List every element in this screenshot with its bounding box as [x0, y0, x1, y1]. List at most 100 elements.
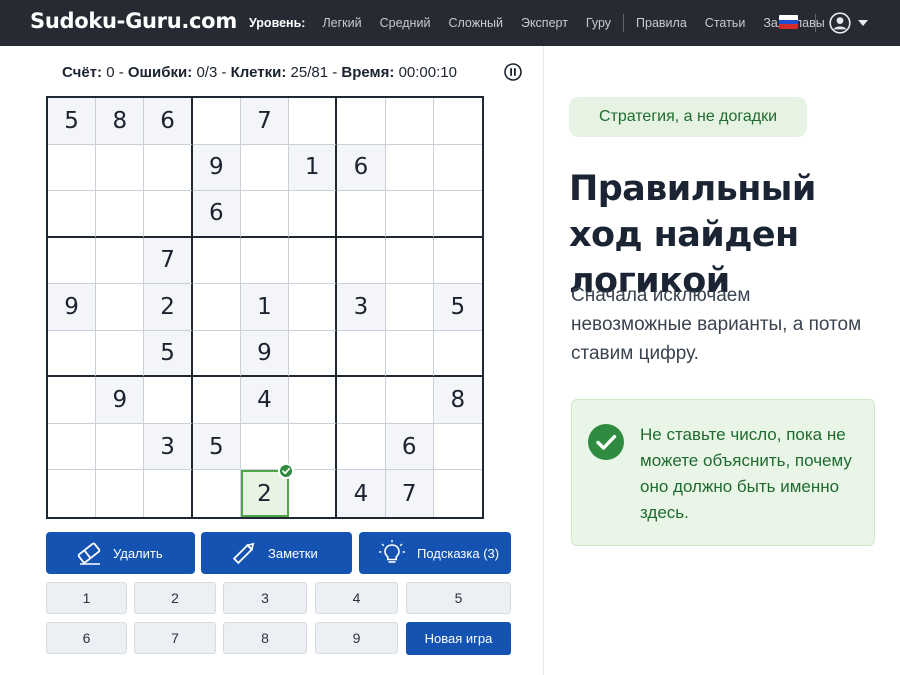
sudoku-cell[interactable] — [385, 330, 434, 378]
sudoku-cell[interactable] — [337, 98, 386, 145]
sudoku-cell[interactable] — [289, 423, 338, 471]
sudoku-cell[interactable]: 8 — [96, 98, 145, 145]
sudoku-cell[interactable] — [48, 423, 97, 471]
sudoku-cell[interactable] — [289, 330, 338, 378]
nav-link-rules[interactable]: Правила — [636, 16, 687, 30]
number-button-6[interactable]: 6 — [46, 622, 127, 654]
nav-level-expert[interactable]: Эксперт — [521, 16, 568, 30]
sudoku-cell[interactable] — [240, 144, 290, 192]
sudoku-cell[interactable]: 4 — [240, 377, 290, 424]
sudoku-cell[interactable] — [433, 145, 482, 192]
sudoku-cell[interactable] — [337, 237, 386, 285]
number-button-3[interactable]: 3 — [223, 582, 307, 614]
sudoku-cell[interactable] — [96, 191, 145, 238]
sudoku-cell[interactable]: 4 — [337, 470, 386, 517]
sudoku-cell[interactable] — [289, 98, 338, 145]
sudoku-cell[interactable] — [96, 330, 145, 378]
nav-link-articles[interactable]: Статьи — [705, 16, 746, 30]
sudoku-cell[interactable] — [289, 470, 338, 517]
sudoku-cell[interactable] — [385, 284, 434, 331]
notes-button[interactable]: Заметки — [201, 532, 352, 574]
sudoku-cell[interactable]: 5 — [48, 98, 97, 145]
sudoku-cell[interactable] — [433, 424, 482, 471]
sudoku-cell[interactable] — [434, 470, 482, 517]
sudoku-cell[interactable] — [385, 144, 434, 192]
sudoku-cell[interactable]: 5 — [144, 330, 193, 378]
sudoku-cell[interactable] — [240, 191, 290, 238]
site-logo[interactable]: Sudoku-Guru.com — [30, 9, 237, 33]
number-button-1[interactable]: 1 — [46, 582, 127, 614]
sudoku-cell[interactable]: 3 — [337, 284, 386, 331]
sudoku-cell[interactable] — [289, 237, 338, 285]
sudoku-cell[interactable] — [48, 237, 97, 285]
sudoku-cell[interactable]: 6 — [144, 98, 193, 145]
hint-button[interactable]: Подсказка (3) — [359, 532, 511, 574]
sudoku-cell[interactable] — [240, 237, 290, 285]
sudoku-cell[interactable] — [144, 470, 193, 517]
sudoku-cell[interactable] — [337, 330, 386, 378]
sudoku-cell[interactable] — [385, 377, 434, 424]
sudoku-cell[interactable]: 5 — [433, 284, 482, 331]
sudoku-cell[interactable]: 7 — [240, 98, 290, 145]
sudoku-cell[interactable] — [48, 191, 97, 238]
sudoku-cell-selected[interactable]: 2 — [240, 463, 295, 517]
sudoku-cell[interactable] — [144, 191, 193, 238]
sudoku-cell[interactable]: 6 — [337, 144, 386, 192]
sudoku-cell[interactable] — [289, 284, 338, 331]
sudoku-cell[interactable]: 8 — [433, 377, 482, 424]
number-button-2[interactable]: 2 — [134, 582, 216, 614]
sudoku-cell[interactable] — [385, 191, 434, 238]
sudoku-cell[interactable]: 9 — [48, 284, 97, 331]
new-game-button[interactable]: Новая игра — [406, 622, 511, 655]
sudoku-cell[interactable] — [48, 144, 97, 192]
sudoku-cell[interactable] — [433, 98, 482, 145]
nav-level-guru[interactable]: Гуру — [586, 16, 611, 30]
sudoku-cell[interactable]: 9 — [240, 330, 290, 378]
sudoku-cell[interactable] — [144, 144, 193, 192]
number-button-9[interactable]: 9 — [315, 622, 398, 654]
sudoku-cell[interactable]: 7 — [144, 237, 193, 285]
number-button-7[interactable]: 7 — [134, 622, 216, 654]
sudoku-cell[interactable]: 6 — [192, 191, 241, 238]
sudoku-cell[interactable]: 2 — [144, 284, 193, 331]
sudoku-cell[interactable] — [337, 191, 386, 238]
sudoku-cell[interactable] — [96, 470, 145, 517]
nav-level-medium[interactable]: Средний — [380, 16, 431, 30]
sudoku-cell[interactable] — [192, 237, 241, 285]
user-avatar-icon[interactable] — [829, 12, 851, 34]
sudoku-cell[interactable]: 1 — [289, 144, 338, 192]
sudoku-cell[interactable] — [144, 377, 193, 424]
sudoku-cell[interactable] — [48, 377, 97, 424]
delete-button[interactable]: Удалить — [46, 532, 195, 574]
sudoku-cell[interactable] — [433, 331, 482, 378]
sudoku-cell[interactable]: 5 — [192, 423, 241, 471]
sudoku-cell[interactable] — [96, 237, 145, 285]
sudoku-cell[interactable] — [385, 98, 434, 145]
sudoku-cell[interactable] — [96, 423, 145, 471]
sudoku-cell[interactable]: 1 — [240, 284, 290, 331]
chevron-down-icon[interactable] — [858, 20, 868, 26]
sudoku-cell[interactable] — [289, 377, 338, 424]
sudoku-cell[interactable]: 3 — [144, 423, 193, 471]
number-button-4[interactable]: 4 — [315, 582, 398, 614]
sudoku-cell[interactable] — [337, 423, 386, 471]
russian-flag-icon[interactable] — [779, 15, 798, 29]
sudoku-cell[interactable]: 9 — [96, 377, 145, 424]
sudoku-cell[interactable] — [433, 238, 482, 285]
number-button-5[interactable]: 5 — [406, 582, 511, 614]
sudoku-cell[interactable] — [96, 284, 145, 331]
sudoku-cell[interactable] — [48, 470, 97, 517]
sudoku-cell[interactable] — [385, 237, 434, 285]
sudoku-cell[interactable] — [192, 330, 241, 378]
sudoku-cell[interactable]: 6 — [385, 423, 434, 471]
sudoku-cell[interactable] — [96, 144, 145, 192]
sudoku-cell[interactable]: 7 — [385, 470, 434, 517]
sudoku-cell[interactable] — [48, 330, 97, 378]
sudoku-cell[interactable] — [337, 377, 386, 424]
sudoku-cell[interactable] — [192, 377, 241, 424]
sudoku-cell[interactable] — [433, 191, 482, 238]
sudoku-cell[interactable] — [192, 98, 241, 145]
nav-level-easy[interactable]: Легкий — [322, 16, 361, 30]
sudoku-cell[interactable] — [289, 191, 338, 238]
pause-icon[interactable] — [504, 63, 522, 81]
